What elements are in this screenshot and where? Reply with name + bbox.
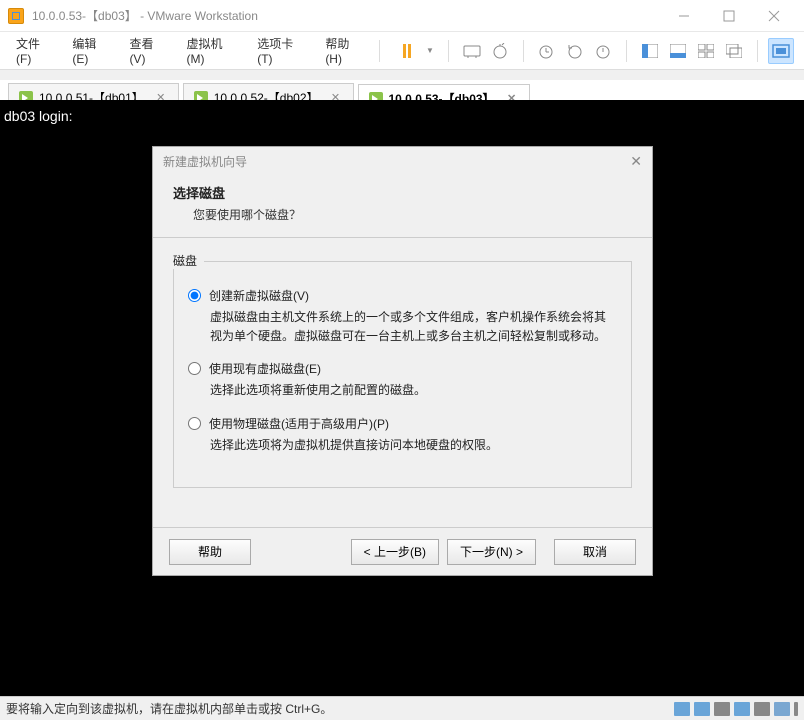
disk-group-label: 磁盘 — [173, 252, 201, 269]
status-device-icons — [674, 702, 798, 716]
radio-label: 使用物理磁盘(适用于高级用户)(P) — [209, 415, 389, 432]
radio-input[interactable] — [188, 362, 201, 375]
pause-icon — [403, 44, 411, 58]
clock-plus-icon — [538, 43, 556, 59]
app-icon — [8, 8, 24, 24]
send-ctrl-alt-del-button[interactable] — [459, 38, 485, 64]
radio-label: 使用现有虚拟磁盘(E) — [209, 360, 321, 377]
disk-icon[interactable] — [674, 702, 690, 716]
window-controls — [661, 2, 796, 30]
new-vm-wizard-dialog: 新建虚拟机向导 ✕ 选择磁盘 您要使用哪个磁盘？ 磁盘 创建新虚拟磁盘(V) 虚… — [152, 146, 653, 576]
dialog-title: 新建虚拟机向导 — [163, 153, 247, 170]
close-icon — [768, 10, 780, 22]
dialog-header: 选择磁盘 您要使用哪个磁盘？ — [153, 175, 652, 238]
radio-create-new-disk[interactable]: 创建新虚拟磁盘(V) — [188, 287, 617, 304]
cancel-button[interactable]: 取消 — [554, 539, 636, 565]
snapshot-manager-button[interactable] — [590, 38, 616, 64]
camera-icon — [491, 43, 509, 59]
status-text: 要将输入定向到该虚拟机，请在虚拟机内部单击或按 Ctrl+G。 — [6, 700, 332, 717]
thumbnail-icon — [698, 44, 714, 58]
printer-icon[interactable] — [754, 702, 770, 716]
minimize-icon — [678, 10, 690, 22]
radio-input[interactable] — [188, 289, 201, 302]
fullscreen-button[interactable] — [768, 38, 794, 64]
radio-physical-disk[interactable]: 使用物理磁盘(适用于高级用户)(P) — [188, 415, 617, 432]
snapshot-button[interactable] — [487, 38, 513, 64]
unity-icon — [726, 44, 742, 58]
toolbar: ▼ — [394, 38, 794, 64]
indicator-icon[interactable] — [794, 702, 798, 716]
titlebar: 10.0.0.53-【db03】 - VMware Workstation — [0, 0, 804, 32]
layout-bottom-icon — [670, 44, 686, 58]
window-title: 10.0.0.53-【db03】 - VMware Workstation — [32, 7, 661, 24]
network-icon[interactable] — [734, 702, 750, 716]
dialog-heading: 选择磁盘 — [173, 183, 632, 202]
minimize-button[interactable] — [661, 2, 706, 30]
maximize-button[interactable] — [706, 2, 751, 30]
help-button[interactable]: 帮助 — [169, 539, 251, 565]
unity-button[interactable] — [721, 38, 747, 64]
fit-guest-button[interactable] — [637, 38, 663, 64]
menu-vm[interactable]: 虚拟机(M) — [180, 31, 245, 70]
menu-file[interactable]: 文件(F) — [10, 31, 60, 70]
radio-desc: 虚拟磁盘由主机文件系统上的一个或多个文件组成，客户机操作系统会将其视为单个硬盘。… — [210, 308, 617, 346]
back-button[interactable]: < 上一步(B) — [351, 539, 439, 565]
fit-window-button[interactable] — [665, 38, 691, 64]
dialog-footer: 帮助 < 上一步(B) 下一步(N) > 取消 — [153, 527, 652, 575]
separator — [448, 40, 449, 62]
close-button[interactable] — [751, 2, 796, 30]
separator — [379, 40, 380, 62]
pause-button[interactable] — [394, 38, 420, 64]
menu-view[interactable]: 查看(V) — [123, 31, 174, 70]
thumbnail-button[interactable] — [693, 38, 719, 64]
separator — [757, 40, 758, 62]
radio-desc: 选择此选项将为虚拟机提供直接访问本地硬盘的权限。 — [210, 436, 617, 455]
pause-dropdown[interactable]: ▼ — [422, 38, 438, 64]
dialog-subheading: 您要使用哪个磁盘？ — [193, 206, 632, 223]
dialog-close-button[interactable]: ✕ — [630, 153, 642, 170]
menu-tabs[interactable]: 选项卡(T) — [251, 31, 313, 70]
radio-desc: 选择此选项将重新使用之前配置的磁盘。 — [210, 381, 617, 400]
maximize-icon — [723, 10, 735, 22]
menu-help[interactable]: 帮助(H) — [319, 31, 371, 70]
fullscreen-icon — [772, 44, 790, 58]
separator — [626, 40, 627, 62]
keyboard-icon — [463, 43, 481, 59]
menubar: 文件(F) 编辑(E) 查看(V) 虚拟机(M) 选项卡(T) 帮助(H) ▼ — [0, 32, 804, 70]
menu-edit[interactable]: 编辑(E) — [66, 31, 117, 70]
disk-fieldset: 创建新虚拟磁盘(V) 虚拟磁盘由主机文件系统上的一个或多个文件组成，客户机操作系… — [173, 261, 632, 488]
cd-icon[interactable] — [714, 702, 730, 716]
radio-label: 创建新虚拟磁盘(V) — [209, 287, 309, 304]
disk-icon[interactable] — [694, 702, 710, 716]
sound-icon[interactable] — [774, 702, 790, 716]
snapshot-revert-button[interactable] — [562, 38, 588, 64]
layout-left-icon — [642, 44, 658, 58]
menu-items: 文件(F) 编辑(E) 查看(V) 虚拟机(M) 选项卡(T) 帮助(H) — [10, 31, 371, 70]
snapshot-take-button[interactable] — [534, 38, 560, 64]
radio-input[interactable] — [188, 417, 201, 430]
console-text: db03 login: — [4, 108, 73, 124]
next-button[interactable]: 下一步(N) > — [447, 539, 536, 565]
dialog-body: 磁盘 创建新虚拟磁盘(V) 虚拟磁盘由主机文件系统上的一个或多个文件组成，客户机… — [153, 238, 652, 527]
dialog-titlebar: 新建虚拟机向导 ✕ — [153, 147, 652, 175]
clock-back-icon — [566, 43, 584, 59]
radio-existing-disk[interactable]: 使用现有虚拟磁盘(E) — [188, 360, 617, 377]
statusbar: 要将输入定向到该虚拟机，请在虚拟机内部单击或按 Ctrl+G。 — [0, 696, 804, 720]
separator — [523, 40, 524, 62]
clock-icon — [594, 43, 612, 59]
